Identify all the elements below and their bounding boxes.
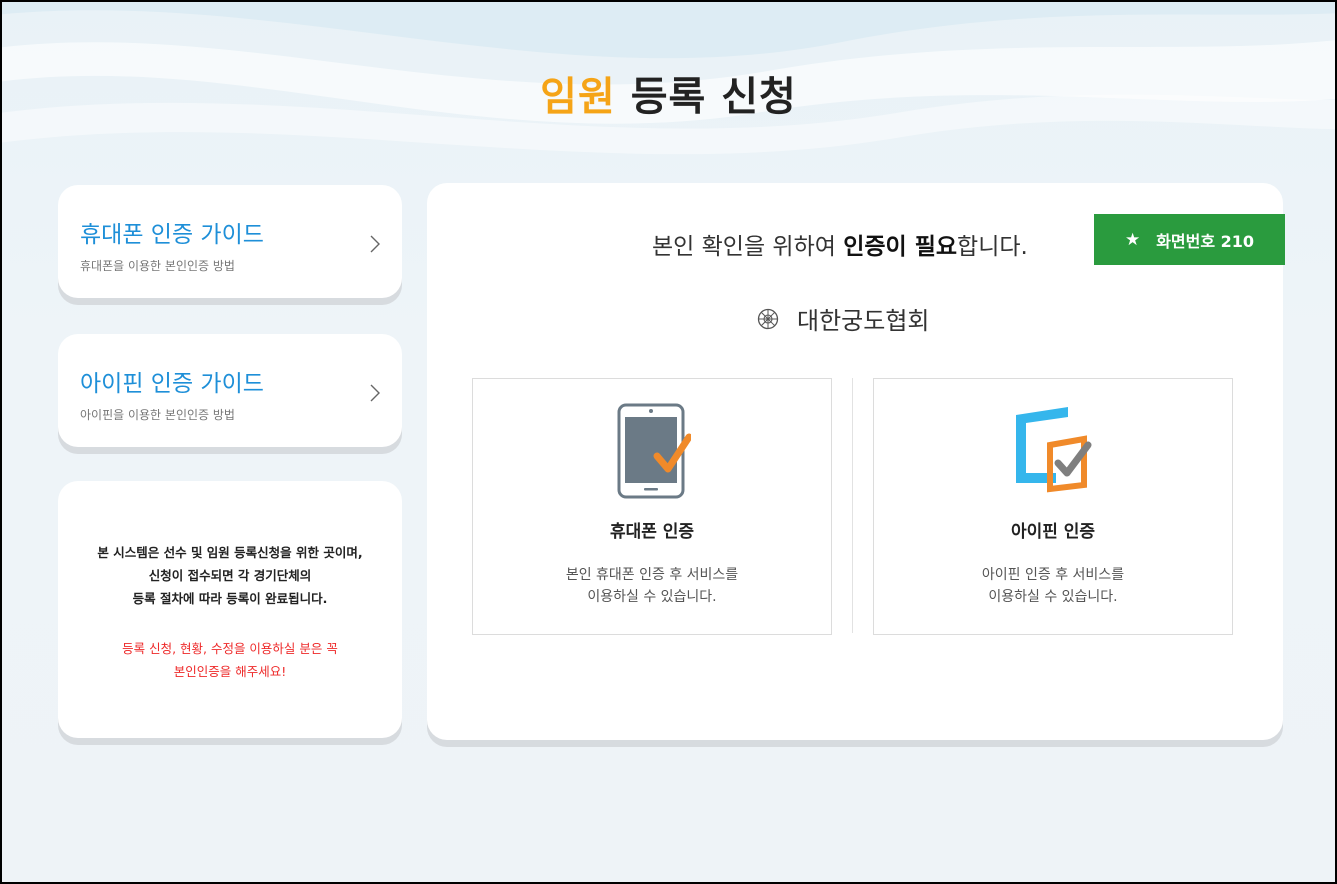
warning-line: 등록 신청, 현황, 수정을 이용하실 분은 꼭: [122, 641, 338, 656]
organization-name: 대한궁도협회: [797, 307, 930, 335]
page-frame: 임원 등록 신청 휴대폰 인증 가이드 휴대폰을 이용한 본인인증 방법 아이핀…: [0, 0, 1337, 884]
phone-auth-option[interactable]: 휴대폰 인증 본인 휴대폰 인증 후 서비스를 이용하실 수 있습니다.: [472, 378, 832, 635]
phone-guide-subtitle: 휴대폰을 이용한 본인인증 방법: [80, 259, 235, 273]
phone-auth-desc: 본인 휴대폰 인증 후 서비스를 이용하실 수 있습니다.: [473, 564, 831, 608]
page-title-accent: 임원: [540, 74, 616, 120]
phone-guide-card[interactable]: 휴대폰 인증 가이드 휴대폰을 이용한 본인인증 방법: [58, 185, 402, 298]
chevron-right-icon: [370, 235, 380, 253]
association-emblem-icon: [757, 308, 779, 329]
chevron-right-icon: [370, 384, 380, 402]
auth-main-card: 본인 확인을 위하여 인증이 필요합니다. ★ 화면번호 210 대한궁도협회: [427, 183, 1285, 740]
phone-check-icon: [617, 403, 691, 499]
ipin-auth-desc-line: 아이핀 인증 후 서비스를: [981, 567, 1125, 583]
options-divider: [852, 378, 853, 633]
info-line: 신청이 접수되면 각 경기단체의: [148, 568, 312, 583]
notice-bold: 인증이 필요: [843, 234, 958, 260]
notice-pre: 본인 확인을 위하여: [652, 234, 844, 260]
screen-number-label: 화면번호 210: [1156, 231, 1255, 251]
info-line: 등록 절차에 따라 등록이 완료됩니다.: [132, 591, 328, 606]
warning-line: 본인인증을 해주세요!: [173, 664, 287, 679]
phone-guide-title: 휴대폰 인증 가이드: [80, 222, 264, 248]
auth-notice: 본인 확인을 위하여 인증이 필요합니다.: [652, 227, 1028, 261]
phone-auth-title: 휴대폰 인증: [609, 522, 695, 542]
ipin-guide-subtitle: 아이핀을 이용한 본인인증 방법: [80, 408, 235, 422]
star-icon: ★: [1124, 229, 1141, 250]
ipin-auth-desc-line: 이용하실 수 있습니다.: [988, 589, 1118, 605]
ipin-auth-desc: 아이핀 인증 후 서비스를 이용하실 수 있습니다.: [874, 564, 1232, 608]
ipin-guide-card[interactable]: 아이핀 인증 가이드 아이핀을 이용한 본인인증 방법: [58, 334, 402, 447]
ipin-guide-title: 아이핀 인증 가이드: [80, 371, 264, 397]
notice-post: 합니다.: [957, 234, 1028, 260]
info-text: 본 시스템은 선수 및 임원 등록신청을 위한 곳이며, 신청이 접수되면 각 …: [58, 541, 402, 610]
organization: 대한궁도협회: [757, 301, 929, 336]
phone-auth-desc-line: 본인 휴대폰 인증 후 서비스를: [565, 567, 739, 583]
ipin-check-icon: [1016, 407, 1092, 493]
phone-auth-desc-line: 이용하실 수 있습니다.: [587, 589, 717, 605]
screen-number-badge[interactable]: ★ 화면번호 210: [1094, 214, 1285, 265]
info-line: 본 시스템은 선수 및 임원 등록신청을 위한 곳이며,: [97, 545, 363, 560]
info-warning: 등록 신청, 현황, 수정을 이용하실 분은 꼭 본인인증을 해주세요!: [58, 637, 402, 683]
info-card: 본 시스템은 선수 및 임원 등록신청을 위한 곳이며, 신청이 접수되면 각 …: [58, 481, 402, 738]
ipin-auth-option[interactable]: 아이핀 인증 아이핀 인증 후 서비스를 이용하실 수 있습니다.: [873, 378, 1233, 635]
ipin-auth-title: 아이핀 인증: [1010, 522, 1096, 542]
page-title: 임원 등록 신청: [2, 64, 1335, 122]
page-title-rest: 등록 신청: [630, 74, 797, 120]
